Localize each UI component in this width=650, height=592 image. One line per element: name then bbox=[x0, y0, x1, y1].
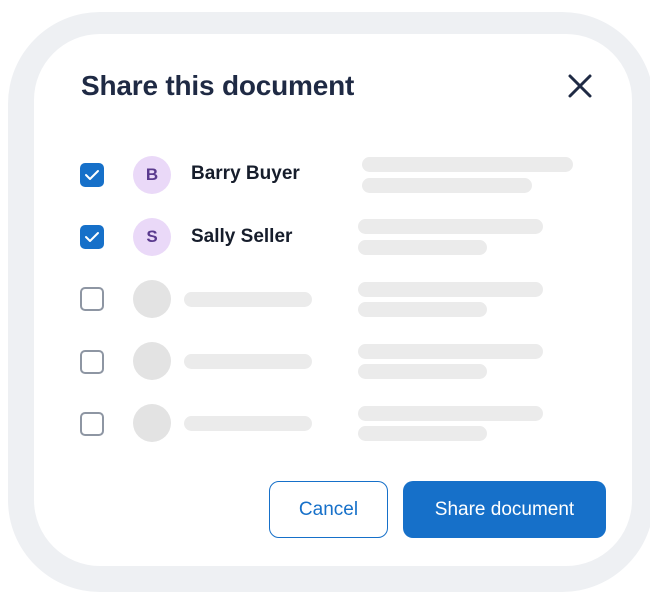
close-button[interactable] bbox=[564, 70, 596, 102]
dialog-title: Share this document bbox=[81, 70, 355, 101]
cancel-button[interactable]: Cancel bbox=[269, 481, 388, 538]
placeholder-bar bbox=[184, 354, 312, 369]
share-document-button[interactable]: Share document bbox=[403, 481, 606, 538]
placeholder-bar bbox=[184, 292, 312, 307]
avatar-placeholder bbox=[133, 404, 171, 442]
recipient-checkbox[interactable] bbox=[80, 350, 104, 374]
placeholder-bar bbox=[358, 302, 487, 317]
placeholder-bar bbox=[184, 416, 312, 431]
recipient-name: Sally Seller bbox=[191, 226, 293, 247]
placeholder-bar bbox=[358, 282, 543, 297]
close-icon bbox=[564, 70, 596, 102]
placeholder-bar bbox=[358, 426, 487, 441]
placeholder-bar bbox=[358, 219, 543, 234]
share-dialog: Share this document B Barry Buyer S Sall… bbox=[34, 34, 632, 566]
placeholder-bar bbox=[358, 240, 487, 255]
avatar: B bbox=[133, 156, 171, 194]
recipient-checkbox[interactable] bbox=[80, 225, 104, 249]
recipient-name: Barry Buyer bbox=[191, 163, 300, 184]
avatar-placeholder bbox=[133, 280, 171, 318]
placeholder-bar bbox=[362, 178, 532, 193]
placeholder-bar bbox=[358, 364, 487, 379]
recipient-checkbox[interactable] bbox=[80, 412, 104, 436]
placeholder-bar bbox=[358, 406, 543, 421]
avatar-placeholder bbox=[133, 342, 171, 380]
avatar: S bbox=[133, 218, 171, 256]
recipient-checkbox[interactable] bbox=[80, 287, 104, 311]
placeholder-bar bbox=[358, 344, 543, 359]
checkmark-icon bbox=[85, 170, 99, 180]
checkmark-icon bbox=[85, 232, 99, 242]
recipient-checkbox[interactable] bbox=[80, 163, 104, 187]
placeholder-bar bbox=[362, 157, 573, 172]
